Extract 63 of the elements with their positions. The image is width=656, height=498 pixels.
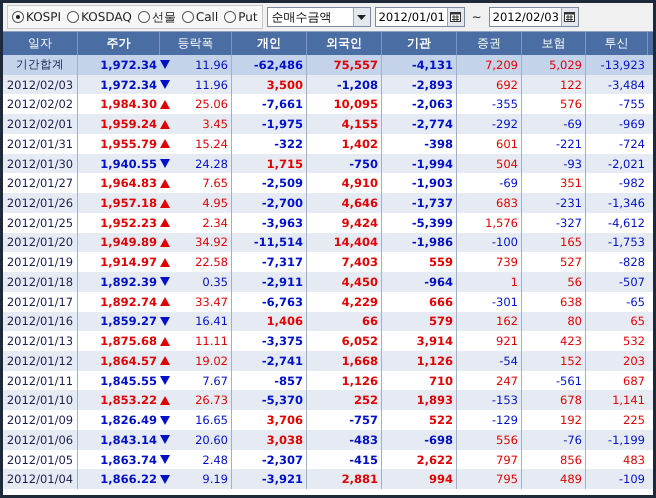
market-radio[interactable]: 선물 bbox=[138, 8, 176, 26]
range-separator: ~ bbox=[470, 10, 483, 24]
table-cell-text: 1,141 bbox=[611, 392, 646, 410]
price-cell-text: 1,853.22 bbox=[99, 392, 158, 410]
table-cell-text: -109 bbox=[618, 471, 646, 488]
date-cell: 2012/01/04 bbox=[3, 469, 78, 490]
market-radio[interactable]: KOSDAQ bbox=[67, 10, 132, 24]
table-cell-text: -2,021 bbox=[606, 156, 646, 173]
table-cell-text: -1,199 bbox=[606, 432, 646, 449]
table-cell-text: -724 bbox=[618, 136, 646, 153]
price-cell-text: 1,843.14 bbox=[99, 432, 158, 449]
table-cell-text: -982 bbox=[618, 175, 646, 192]
price-cell-text: 1,826.49 bbox=[99, 412, 158, 430]
price-cell-text: 1,875.68 bbox=[99, 333, 158, 350]
table-cell-text: 483 bbox=[622, 452, 646, 469]
measure-dropdown[interactable]: 순매수금액 bbox=[266, 7, 371, 27]
table-cell-text: 203 bbox=[622, 352, 646, 370]
price-cell-text: 1,949.89 bbox=[99, 234, 158, 252]
table-cell: 795 bbox=[457, 469, 522, 490]
caret-icon bbox=[357, 14, 366, 20]
calendar-icon bbox=[450, 12, 462, 22]
price-cell-text: 1,859.27 bbox=[99, 313, 158, 330]
table-cell-text: -3,484 bbox=[606, 76, 646, 94]
price-cell-text: 1,984.30 bbox=[99, 96, 158, 114]
price-cell-text: 1,940.55 bbox=[99, 156, 158, 173]
price-cell-text: 1,914.97 bbox=[99, 254, 158, 272]
table-cell-text: 687 bbox=[622, 372, 646, 390]
table-cell-text: 532 bbox=[622, 333, 646, 350]
date-field[interactable]: 2012/02/03 bbox=[488, 7, 579, 27]
price-cell-text: 1,866.22 bbox=[99, 471, 158, 488]
price-cell-text: 1,892.39 bbox=[99, 274, 158, 291]
table-cell-text: -65 bbox=[625, 294, 646, 311]
price-cell-text: 1,972.34 bbox=[99, 56, 158, 74]
table-cell-text: -1,346 bbox=[606, 195, 646, 212]
table-cell-text: -969 bbox=[618, 116, 646, 134]
market-radio[interactable]: Put bbox=[224, 10, 258, 24]
table-cell-text: -13,923 bbox=[600, 56, 646, 74]
table-cell-text: 225 bbox=[622, 412, 646, 430]
price-cell-text: 1,845.55 bbox=[99, 372, 158, 390]
price-cell-text: 1,959.24 bbox=[99, 116, 158, 134]
table-cell: 489 bbox=[522, 469, 586, 490]
price-cell-text: 1,892.74 bbox=[99, 294, 158, 311]
calendar-icon bbox=[564, 12, 576, 22]
price-cell-text: 1,972.34 bbox=[99, 76, 158, 94]
price-cell-text: 1,864.57 bbox=[99, 352, 158, 370]
market-radio[interactable]: Call bbox=[182, 10, 218, 24]
date-field[interactable]: 2012/01/01 bbox=[374, 7, 465, 27]
price-cell-text: 1,957.18 bbox=[99, 195, 158, 212]
table-cell-text: -828 bbox=[618, 254, 646, 272]
table-cell-text: -4,612 bbox=[606, 214, 646, 232]
table-cell: -3,921 bbox=[232, 469, 307, 490]
table-cell-text: -507 bbox=[618, 274, 646, 291]
change-cell: 9.19 bbox=[174, 469, 232, 490]
table-cell-text: -755 bbox=[618, 96, 646, 114]
table-cell: 994 bbox=[382, 469, 457, 490]
price-cell-text: 1,964.83 bbox=[99, 175, 158, 192]
market-radio[interactable]: KOSPI bbox=[12, 10, 62, 24]
table-cell-text: 65 bbox=[629, 313, 646, 330]
price-cell-text: 1,863.74 bbox=[99, 452, 158, 469]
table-cell: 2,881 bbox=[307, 469, 382, 490]
price-cell-text: 1,952.23 bbox=[99, 214, 158, 232]
table-cell-text: -1,753 bbox=[606, 234, 646, 252]
price-cell-text: 1,955.79 bbox=[99, 136, 158, 153]
